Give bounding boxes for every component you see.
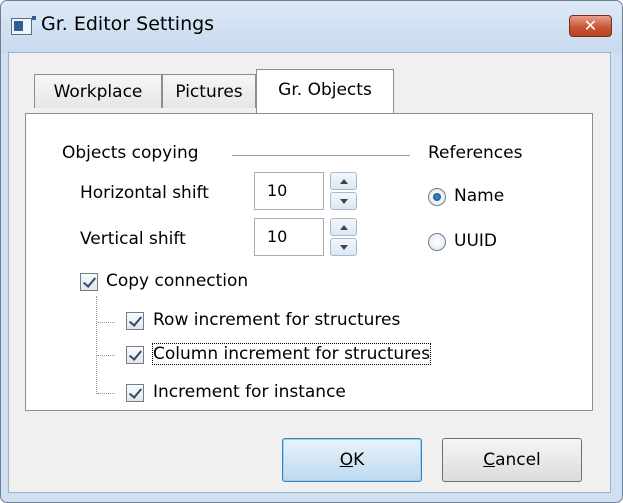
column-increment-label[interactable]: Column increment for structures bbox=[151, 343, 432, 365]
tree-branch bbox=[97, 322, 115, 323]
tab-pictures[interactable]: Pictures bbox=[162, 74, 256, 108]
cancel-label: ancel bbox=[495, 450, 541, 470]
vertical-shift-input[interactable]: 10 bbox=[254, 218, 324, 256]
horizontal-shift-stepper bbox=[330, 172, 357, 210]
group-separator bbox=[232, 155, 410, 156]
tab-label: Pictures bbox=[175, 82, 243, 102]
copy-connection-checkbox[interactable] bbox=[80, 273, 98, 291]
vertical-shift-label: Vertical shift bbox=[80, 229, 186, 249]
window-title: Gr. Editor Settings bbox=[41, 13, 215, 35]
tab-label: Workplace bbox=[53, 82, 143, 102]
references-label: References bbox=[428, 143, 523, 163]
increment-instance-label[interactable]: Increment for instance bbox=[153, 382, 346, 402]
tree-branch bbox=[97, 355, 115, 356]
tab-label: Gr. Objects bbox=[278, 80, 372, 100]
uuid-radio[interactable] bbox=[428, 233, 446, 251]
tree-branch bbox=[97, 393, 115, 394]
stepper-down-icon[interactable] bbox=[330, 192, 357, 210]
ok-mnemonic: O bbox=[339, 450, 354, 470]
copy-connection-label[interactable]: Copy connection bbox=[106, 271, 248, 291]
tab-gr-objects[interactable]: Gr. Objects bbox=[256, 69, 394, 113]
increment-instance-checkbox[interactable] bbox=[126, 384, 144, 402]
objects-copying-label: Objects copying bbox=[62, 143, 199, 163]
vertical-shift-stepper bbox=[330, 218, 357, 256]
stepper-up-icon[interactable] bbox=[330, 172, 357, 190]
row-increment-checkbox[interactable] bbox=[126, 312, 144, 330]
name-radio-label[interactable]: Name bbox=[454, 186, 504, 206]
uuid-radio-label[interactable]: UUID bbox=[454, 231, 497, 251]
tree-connector bbox=[96, 296, 97, 394]
ok-label: K bbox=[353, 450, 365, 470]
stepper-down-icon[interactable] bbox=[330, 238, 357, 256]
close-icon: ✕ bbox=[583, 16, 598, 35]
close-button[interactable]: ✕ bbox=[569, 15, 612, 37]
column-increment-checkbox[interactable] bbox=[126, 346, 144, 364]
name-radio[interactable] bbox=[428, 188, 446, 206]
horizontal-shift-label: Horizontal shift bbox=[80, 183, 209, 203]
ok-button[interactable]: OK bbox=[282, 438, 422, 482]
stepper-up-icon[interactable] bbox=[330, 218, 357, 236]
cancel-mnemonic: C bbox=[483, 450, 496, 470]
horizontal-shift-input[interactable]: 10 bbox=[254, 172, 324, 210]
row-increment-label[interactable]: Row increment for structures bbox=[153, 310, 400, 330]
cancel-button[interactable]: Cancel bbox=[442, 438, 582, 482]
app-icon bbox=[11, 16, 36, 35]
tab-workplace[interactable]: Workplace bbox=[34, 74, 162, 108]
title-bar[interactable]: Gr. Editor Settings ✕ bbox=[1, 1, 622, 53]
